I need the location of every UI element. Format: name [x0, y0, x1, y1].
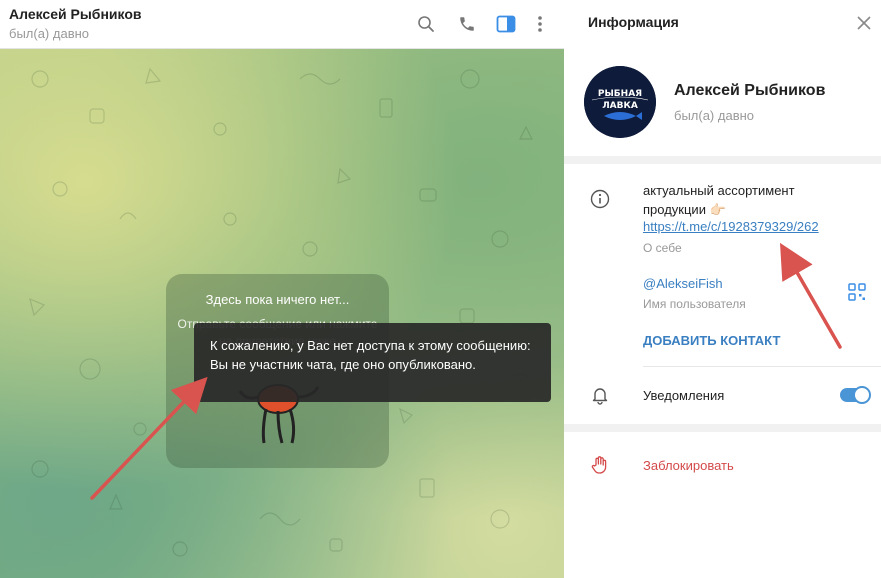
- block-button[interactable]: Заблокировать: [643, 458, 734, 473]
- username-label: Имя пользователя: [643, 297, 746, 311]
- sidebar-toggle-icon[interactable]: [494, 12, 518, 36]
- chat-status: был(а) давно: [9, 26, 90, 41]
- tooltip-text: К сожалению, у Вас нет доступа к этому с…: [210, 338, 531, 372]
- bell-icon: [588, 383, 612, 407]
- about-label: О себе: [643, 241, 682, 255]
- search-icon[interactable]: [414, 12, 438, 36]
- notifications-toggle[interactable]: [840, 386, 871, 404]
- profile-status: был(а) давно: [674, 108, 755, 123]
- hand-stop-icon: [588, 453, 612, 477]
- phone-icon[interactable]: [455, 12, 479, 36]
- profile-name: Алексей Рыбников: [674, 82, 826, 99]
- close-icon[interactable]: [853, 12, 875, 34]
- about-text: актуальный ассортимент продукции 👉🏻: [643, 183, 795, 217]
- chat-panel: Алексей Рыбников был(а) давно Здесь пока…: [0, 0, 564, 578]
- username[interactable]: @AlekseiFish: [643, 276, 723, 291]
- more-vertical-icon[interactable]: [528, 12, 552, 36]
- qr-code-icon[interactable]: [848, 283, 870, 305]
- avatar[interactable]: РЫБНАЯ ЛАВКА: [584, 66, 656, 138]
- chat-background: Здесь пока ничего нет... Отправьте сообщ…: [0, 49, 564, 578]
- no-access-tooltip: К сожалению, у Вас нет доступа к этому с…: [194, 323, 551, 402]
- empty-chat-title: Здесь пока ничего нет...: [205, 292, 350, 307]
- info-title: Информация: [588, 14, 679, 30]
- avatar-logo-text-line2: ЛАВКА: [602, 101, 638, 111]
- chat-header: Алексей Рыбников был(а) давно: [0, 0, 564, 49]
- notifications-label: Уведомления: [643, 388, 725, 403]
- row-divider: [643, 366, 881, 367]
- add-contact-button[interactable]: ДОБАВИТЬ КОНТАКТ: [643, 333, 780, 348]
- section-divider: [564, 156, 881, 164]
- toggle-knob: [853, 386, 871, 404]
- info-icon: [588, 187, 612, 211]
- about-link[interactable]: https://t.me/c/1928379329/262: [643, 219, 819, 234]
- avatar-logo-text-line1: РЫБНАЯ: [598, 89, 642, 99]
- section-divider: [564, 424, 881, 432]
- telegram-window: Алексей Рыбников был(а) давно Здесь пока…: [0, 0, 881, 578]
- chat-title[interactable]: Алексей Рыбников: [9, 6, 141, 22]
- info-panel: Информация РЫБНАЯ ЛАВКА Алексей Рыбников…: [564, 0, 881, 578]
